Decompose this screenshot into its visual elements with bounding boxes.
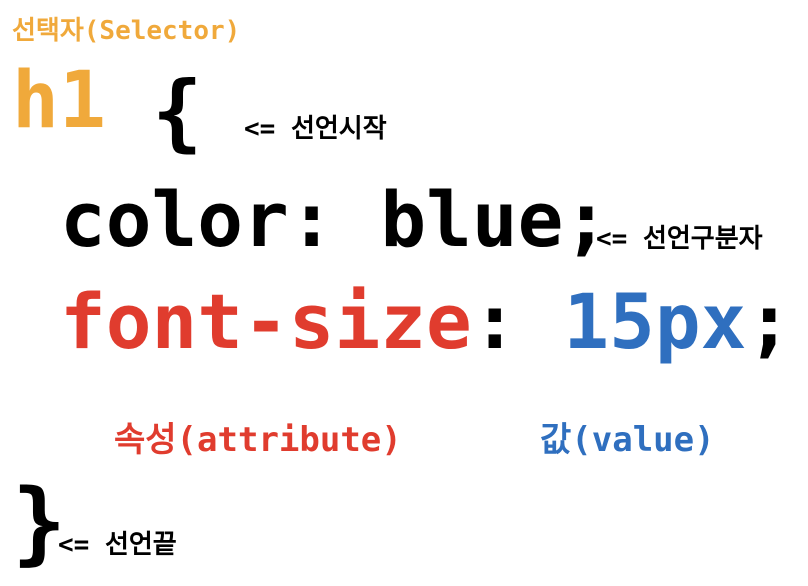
property-font-size: font-size [60,277,472,366]
declaration-separator-note: <= 선언구분자 [596,224,763,254]
colon-color: : [288,175,335,264]
declaration-end-note: <= 선언끝 [58,530,177,560]
semicolon-font-size: ; [746,277,793,366]
declaration-start-note: <= 선언시작 [244,114,387,144]
value-caption: 값(value) [540,420,715,460]
selector-caption: 선택자(Selector) [12,16,241,46]
declaration-font-size: font-size: 15px; [60,284,792,360]
attribute-caption: 속성(attribute) [114,420,402,460]
property-color: color [60,175,289,264]
open-brace: { [152,63,203,161]
declaration-color: color: blue; [60,182,609,258]
value-15px: 15px [563,277,747,366]
selector-h1: h1 [12,56,106,146]
colon-font-size: : [471,277,518,366]
value-blue: blue [380,175,564,264]
